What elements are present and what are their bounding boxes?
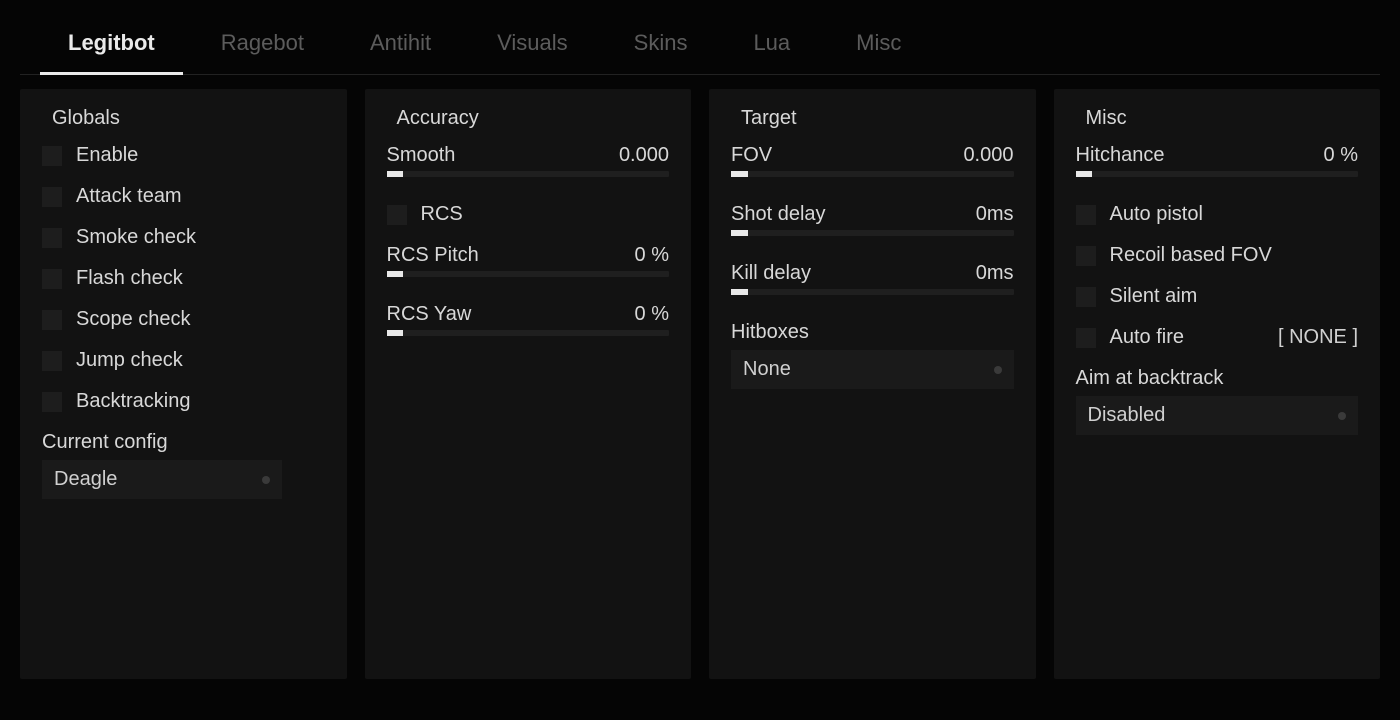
- checkbox-box: [1076, 328, 1096, 348]
- checkbox-backtracking[interactable]: Backtracking: [42, 390, 325, 413]
- checkbox-box: [42, 392, 62, 412]
- checkbox-label: Enable: [76, 144, 138, 167]
- select-value: None: [743, 358, 791, 381]
- checkbox-box: [1076, 205, 1096, 225]
- tab-lua[interactable]: Lua: [725, 20, 818, 74]
- dropdown-indicator-icon: [262, 476, 270, 484]
- hitchance-slider[interactable]: [1076, 171, 1359, 177]
- tab-visuals[interactable]: Visuals: [469, 20, 596, 74]
- panel-title-globals: Globals: [52, 107, 325, 130]
- panel-misc: Misc Hitchance 0 % Auto pistol Recoil ba…: [1054, 89, 1381, 679]
- tab-misc[interactable]: Misc: [828, 20, 929, 74]
- checkbox-label: Flash check: [76, 267, 183, 290]
- checkbox-box: [42, 351, 62, 371]
- tab-bar: Legitbot Ragebot Antihit Visuals Skins L…: [20, 20, 1380, 75]
- hitboxes-label: Hitboxes: [731, 321, 1014, 344]
- rcs-yaw-slider[interactable]: [387, 330, 670, 336]
- panel-target: Target FOV 0.000 Shot delay 0ms Kill del…: [709, 89, 1036, 679]
- rcs-yaw-value: 0 %: [635, 303, 669, 326]
- checkbox-smoke-check[interactable]: Smoke check: [42, 226, 325, 249]
- hitchance-value: 0 %: [1324, 144, 1358, 167]
- rcs-pitch-label: RCS Pitch: [387, 244, 479, 267]
- kill-delay-label: Kill delay: [731, 262, 811, 285]
- smooth-label: Smooth: [387, 144, 456, 167]
- checkbox-enable[interactable]: Enable: [42, 144, 325, 167]
- kill-delay-slider[interactable]: [731, 289, 1014, 295]
- checkbox-label: Jump check: [76, 349, 183, 372]
- checkbox-label: RCS: [421, 203, 463, 226]
- fov-label: FOV: [731, 144, 772, 167]
- panel-globals: Globals Enable Attack team Smoke check F…: [20, 89, 347, 679]
- panel-accuracy: Accuracy Smooth 0.000 RCS RCS Pitch 0 % …: [365, 89, 692, 679]
- checkbox-box: [42, 269, 62, 289]
- current-config-select[interactable]: Deagle: [42, 460, 282, 499]
- rcs-yaw-label: RCS Yaw: [387, 303, 472, 326]
- checkbox-label: Auto fire: [1110, 326, 1184, 349]
- current-config-label: Current config: [42, 431, 325, 454]
- checkbox-label: Auto pistol: [1110, 203, 1203, 226]
- checkbox-box: [42, 228, 62, 248]
- fov-slider[interactable]: [731, 171, 1014, 177]
- checkbox-label: Scope check: [76, 308, 191, 331]
- tab-skins[interactable]: Skins: [606, 20, 716, 74]
- aim-backtrack-label: Aim at backtrack: [1076, 367, 1359, 390]
- checkbox-silent-aim[interactable]: Silent aim: [1076, 285, 1359, 308]
- dropdown-indicator-icon: [994, 366, 1002, 374]
- shot-delay-value: 0ms: [976, 203, 1014, 226]
- tab-legitbot[interactable]: Legitbot: [40, 20, 183, 75]
- checkbox-box: [387, 205, 407, 225]
- panel-title-target: Target: [741, 107, 1014, 130]
- checkbox-label: Smoke check: [76, 226, 196, 249]
- hitchance-label: Hitchance: [1076, 144, 1165, 167]
- select-value: Disabled: [1088, 404, 1166, 427]
- dropdown-indicator-icon: [1338, 412, 1346, 420]
- checkbox-box: [42, 146, 62, 166]
- checkbox-recoil-fov[interactable]: Recoil based FOV: [1076, 244, 1359, 267]
- checkbox-rcs[interactable]: RCS: [387, 203, 670, 226]
- tab-ragebot[interactable]: Ragebot: [193, 20, 332, 74]
- kill-delay-value: 0ms: [976, 262, 1014, 285]
- tab-antihit[interactable]: Antihit: [342, 20, 459, 74]
- panel-title-accuracy: Accuracy: [397, 107, 670, 130]
- checkbox-jump-check[interactable]: Jump check: [42, 349, 325, 372]
- smooth-slider[interactable]: [387, 171, 670, 177]
- panel-title-misc: Misc: [1086, 107, 1359, 130]
- checkbox-auto-fire[interactable]: Auto fire: [1076, 326, 1184, 349]
- checkbox-box: [42, 310, 62, 330]
- checkbox-label: Silent aim: [1110, 285, 1198, 308]
- select-value: Deagle: [54, 468, 117, 491]
- checkbox-label: Attack team: [76, 185, 182, 208]
- auto-fire-keybind[interactable]: [ NONE ]: [1278, 326, 1358, 349]
- fov-value: 0.000: [963, 144, 1013, 167]
- shot-delay-slider[interactable]: [731, 230, 1014, 236]
- checkbox-label: Recoil based FOV: [1110, 244, 1272, 267]
- checkbox-auto-pistol[interactable]: Auto pistol: [1076, 203, 1359, 226]
- hitboxes-select[interactable]: None: [731, 350, 1014, 389]
- checkbox-box: [42, 187, 62, 207]
- checkbox-label: Backtracking: [76, 390, 191, 413]
- rcs-pitch-value: 0 %: [635, 244, 669, 267]
- rcs-pitch-slider[interactable]: [387, 271, 670, 277]
- shot-delay-label: Shot delay: [731, 203, 826, 226]
- checkbox-scope-check[interactable]: Scope check: [42, 308, 325, 331]
- checkbox-attack-team[interactable]: Attack team: [42, 185, 325, 208]
- checkbox-flash-check[interactable]: Flash check: [42, 267, 325, 290]
- checkbox-box: [1076, 287, 1096, 307]
- smooth-value: 0.000: [619, 144, 669, 167]
- aim-backtrack-select[interactable]: Disabled: [1076, 396, 1359, 435]
- checkbox-box: [1076, 246, 1096, 266]
